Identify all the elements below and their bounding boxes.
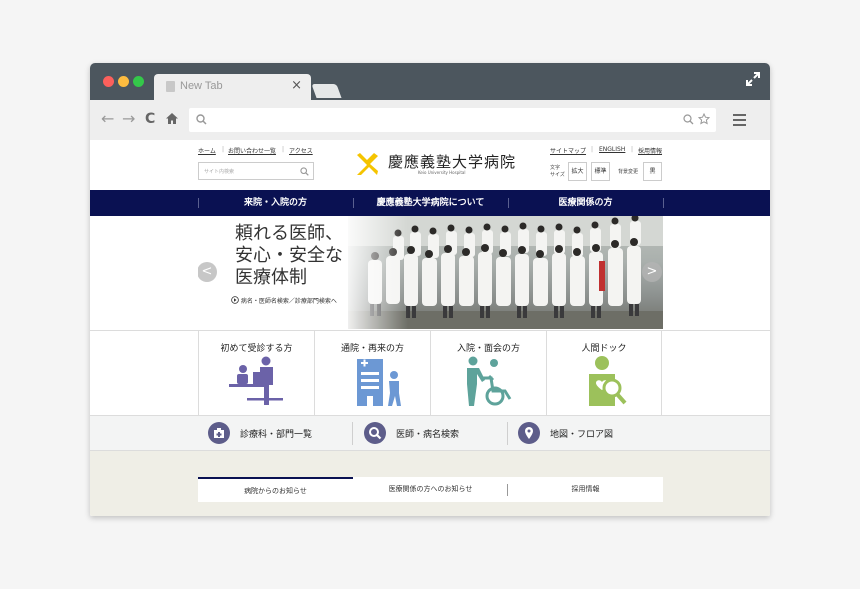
keio-logo[interactable] xyxy=(354,151,380,177)
hero-line: 頼れる医師、 xyxy=(235,223,343,244)
tab-close-icon[interactable]: × xyxy=(291,78,302,93)
tab-title: New Tab xyxy=(180,80,223,92)
divider: | xyxy=(631,146,634,153)
category-label: 人間ドック xyxy=(581,344,627,354)
divider xyxy=(352,422,353,445)
logo-name[interactable]: 慶應義塾大学病院 xyxy=(388,151,516,172)
link-access[interactable]: アクセス xyxy=(289,146,313,155)
map-pin-icon xyxy=(518,422,540,444)
map-floor-link[interactable]: 地図・フロア図 xyxy=(518,416,658,451)
search-icon xyxy=(364,422,386,444)
hero-search-link[interactable]: 病名・医師名検索／診療部門検索へ xyxy=(231,296,337,305)
category-return-visit[interactable]: 通院・再来の方 xyxy=(314,331,430,416)
divider: | xyxy=(591,146,594,153)
browser-toolbar: ← → C xyxy=(90,100,770,140)
site-search-input[interactable]: サイト内検索 xyxy=(198,162,314,180)
hero-headline: 頼れる医師、 安心・安全な 医療体制 xyxy=(235,223,343,289)
hero-line: 医療体制 xyxy=(235,267,307,288)
category-label: 入院・面会の方 xyxy=(456,344,520,354)
background-change-label: 背景変更 xyxy=(618,169,639,175)
search-row-label: 地図・フロア図 xyxy=(550,430,614,440)
divider: | xyxy=(282,146,285,153)
background-black-button[interactable]: 黒 xyxy=(643,162,662,181)
health-check-icon xyxy=(589,356,627,406)
news-tab-hospital[interactable]: 病院からのお知らせ xyxy=(198,477,353,502)
nav-item-patients[interactable]: 来院・入院の方 xyxy=(198,190,353,216)
search-icon[interactable] xyxy=(300,167,309,176)
web-page: ホーム | お問い合わせ一覧 | アクセス サイト内検索 慶應義塾大学病院 Ke… xyxy=(90,140,770,516)
search-icon xyxy=(196,114,207,125)
doctor-disease-search-link[interactable]: 医師・病名検索 xyxy=(364,416,504,451)
hero-slider[interactable]: 頼れる医師、 安心・安全な 医療体制 病名・医師名検索／診療部門検索へ < > xyxy=(198,216,663,329)
category-label: 初めて受診する方 xyxy=(220,344,293,354)
fullscreen-icon[interactable] xyxy=(745,71,761,87)
text-size-large-button[interactable]: 拡大 xyxy=(568,162,587,181)
back-button[interactable]: ← xyxy=(101,110,114,128)
close-window-button[interactable] xyxy=(103,76,114,87)
link-recruit[interactable]: 採用情報 xyxy=(638,146,662,155)
site-search-placeholder: サイト内検索 xyxy=(204,169,235,175)
search-row: 診療科・部門一覧 医師・病名検索 地図・フロア図 xyxy=(90,416,770,451)
reload-button[interactable]: C xyxy=(145,110,155,128)
maximize-window-button[interactable] xyxy=(133,76,144,87)
category-label: 通院・再来の方 xyxy=(340,344,404,354)
hero-line: 安心・安全な xyxy=(235,245,343,266)
browser-window: New Tab × ← → C ホーム | お問い合わせ一覧 | アクセス サイ… xyxy=(90,63,770,516)
global-nav: 来院・入院の方 慶應義塾大学病院について 医療関係の方 xyxy=(90,190,770,216)
link-contact[interactable]: お問い合わせ一覧 xyxy=(228,146,276,155)
divider xyxy=(507,422,508,445)
category-health-check[interactable]: 人間ドック xyxy=(546,331,662,416)
text-size-label: サイズ xyxy=(550,172,565,178)
news-section: 病院からのお知らせ 医療関係の方へのお知らせ 採用情報 xyxy=(90,451,770,516)
nav-item-medical-professionals[interactable]: 医療関係の方 xyxy=(508,190,663,216)
minimize-window-button[interactable] xyxy=(118,76,129,87)
link-sitemap[interactable]: サイトマップ xyxy=(550,146,586,155)
slider-prev-button[interactable]: < xyxy=(198,262,217,282)
link-english[interactable]: ENGLISH xyxy=(599,146,625,153)
category-first-visit[interactable]: 初めて受診する方 xyxy=(198,331,314,416)
logo-subtitle: Keio University Hospital xyxy=(418,170,466,175)
search-row-label: 診療科・部門一覧 xyxy=(240,430,313,440)
star-icon[interactable] xyxy=(698,113,710,125)
slider-next-button[interactable]: > xyxy=(642,262,662,282)
text-size-label: 文字 xyxy=(550,165,561,171)
forward-button[interactable]: → xyxy=(122,110,135,128)
hero-search-link-text: 病名・医師名検索／診療部門検索へ xyxy=(240,298,337,305)
text-size-standard-button[interactable]: 標準 xyxy=(591,162,610,181)
news-tab-recruit[interactable]: 採用情報 xyxy=(508,477,663,502)
reception-icon xyxy=(229,356,283,405)
wheelchair-icon xyxy=(467,356,512,406)
category-row: 初めて受診する方 通院・再来の方 入院・面会の方 人間ドック xyxy=(90,330,770,416)
category-hospitalization[interactable]: 入院・面会の方 xyxy=(430,331,546,416)
menu-icon[interactable] xyxy=(733,114,746,129)
news-tab-medical[interactable]: 医療関係の方へのお知らせ xyxy=(353,477,508,502)
search-row-label: 医師・病名検索 xyxy=(396,430,460,440)
link-home[interactable]: ホーム xyxy=(198,146,216,155)
new-tab-button[interactable] xyxy=(311,84,342,98)
home-icon[interactable] xyxy=(165,112,179,125)
browser-tab[interactable]: New Tab × xyxy=(154,74,311,100)
nav-item-about[interactable]: 慶應義塾大学病院について xyxy=(353,190,508,216)
hospital-visit-icon xyxy=(357,359,401,406)
document-icon xyxy=(166,81,175,92)
zoom-icon[interactable] xyxy=(683,114,694,125)
medical-bag-icon xyxy=(208,422,230,444)
nav-divider xyxy=(663,198,664,208)
address-bar[interactable] xyxy=(189,108,716,132)
browser-titlebar: New Tab × xyxy=(90,63,770,100)
play-circle-icon xyxy=(231,296,239,304)
divider: | xyxy=(222,146,225,153)
